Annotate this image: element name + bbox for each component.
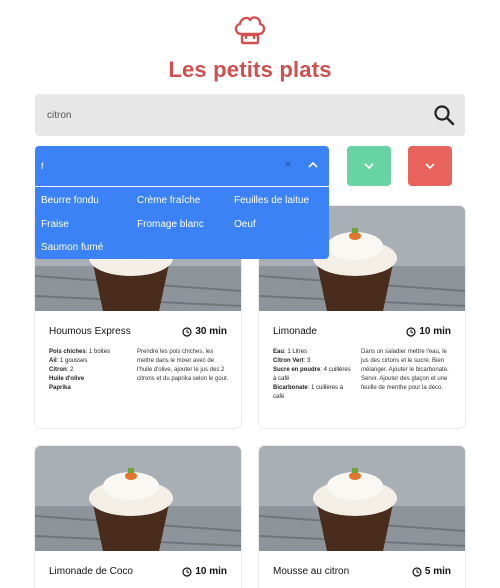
chevron-up-icon[interactable]	[307, 159, 319, 171]
dropdown-option[interactable]: Fraise	[41, 219, 69, 230]
dropdown-option[interactable]: Oeuf	[234, 219, 256, 230]
recipe-time: 10 min	[406, 326, 451, 337]
clock-icon	[182, 566, 192, 577]
chef-hat-icon	[234, 16, 266, 45]
search-icon[interactable]	[433, 104, 455, 126]
recipe-image	[259, 446, 465, 551]
dropdown-option[interactable]: Crème fraîche	[137, 195, 200, 206]
page-title: Les petits plats	[168, 57, 332, 82]
recipe-time-value: 10 min	[195, 566, 227, 577]
ingredient-item: Bicarbonate: 1 cuillères à café	[273, 385, 344, 400]
recipe-time-value: 5 min	[424, 566, 451, 577]
recipe-image	[35, 446, 241, 551]
search-bar	[35, 94, 465, 136]
ingredient-list: Pois chiches: 1 boites Ail: 1 gousses Ci…	[49, 348, 129, 393]
clear-icon[interactable]: ×	[283, 158, 293, 172]
recipe-time: 5 min	[412, 566, 451, 577]
ingredient-item: Citron Vert: 3	[273, 358, 311, 364]
ingredient-filter[interactable]: ×	[35, 146, 329, 186]
ingredient-item: Ail: 1 gousses	[49, 358, 88, 364]
recipe-card[interactable]: Mousse au citron 5 min	[259, 446, 465, 588]
recipe-name: Limonade de Coco	[49, 566, 133, 577]
recipe-time-value: 10 min	[419, 326, 451, 337]
clock-icon	[412, 566, 422, 577]
appliance-filter-button[interactable]	[347, 146, 391, 186]
recipe-description: Dans un saladier mettre l'eau, le jus de…	[361, 349, 449, 391]
dropdown-option[interactable]: Fromage blanc	[137, 219, 204, 230]
clock-icon	[406, 326, 416, 337]
recipe-time-value: 30 min	[195, 326, 227, 337]
ingredient-item: Huile d'olive	[49, 376, 85, 382]
dropdown-option[interactable]: Feuilles de laitue	[234, 195, 309, 206]
recipe-name: Limonade	[273, 326, 317, 337]
ingredient-item: Eau: 1 Litres	[273, 349, 308, 355]
ingredient-item: Sucre en poudre: 4 cuillères à café	[273, 367, 351, 382]
recipe-description: Prendre les pois chiches, les mettre dan…	[137, 349, 229, 382]
dropdown-option[interactable]: Saumon fumé	[41, 242, 103, 253]
recipe-name: Houmous Express	[49, 326, 131, 337]
dropdown-option[interactable]: Beurre fondu	[41, 195, 99, 206]
recipe-name: Mousse au citron	[273, 566, 350, 577]
utensil-filter-button[interactable]	[408, 146, 452, 186]
ingredient-item: Paprika	[49, 385, 71, 391]
recipe-time: 10 min	[182, 566, 227, 577]
ingredient-item: Citron: 2	[49, 367, 74, 373]
ingredient-item: Pois chiches: 1 boites	[49, 349, 111, 355]
chevron-down-icon	[364, 163, 374, 170]
chevron-down-icon	[425, 163, 435, 170]
ingredient-dropdown: Beurre fondu Crème fraîche Feuilles de l…	[35, 187, 329, 259]
ingredient-list: Eau: 1 Litres Citron Vert: 3 Sucre en po…	[273, 348, 353, 402]
recipe-card[interactable]: Limonade de Coco 10 min	[35, 446, 241, 588]
ingredient-filter-input[interactable]	[41, 158, 241, 174]
recipe-time: 30 min	[182, 326, 227, 337]
search-input[interactable]	[47, 106, 427, 124]
header: Les petits plats	[0, 14, 500, 83]
clock-icon	[182, 326, 192, 337]
